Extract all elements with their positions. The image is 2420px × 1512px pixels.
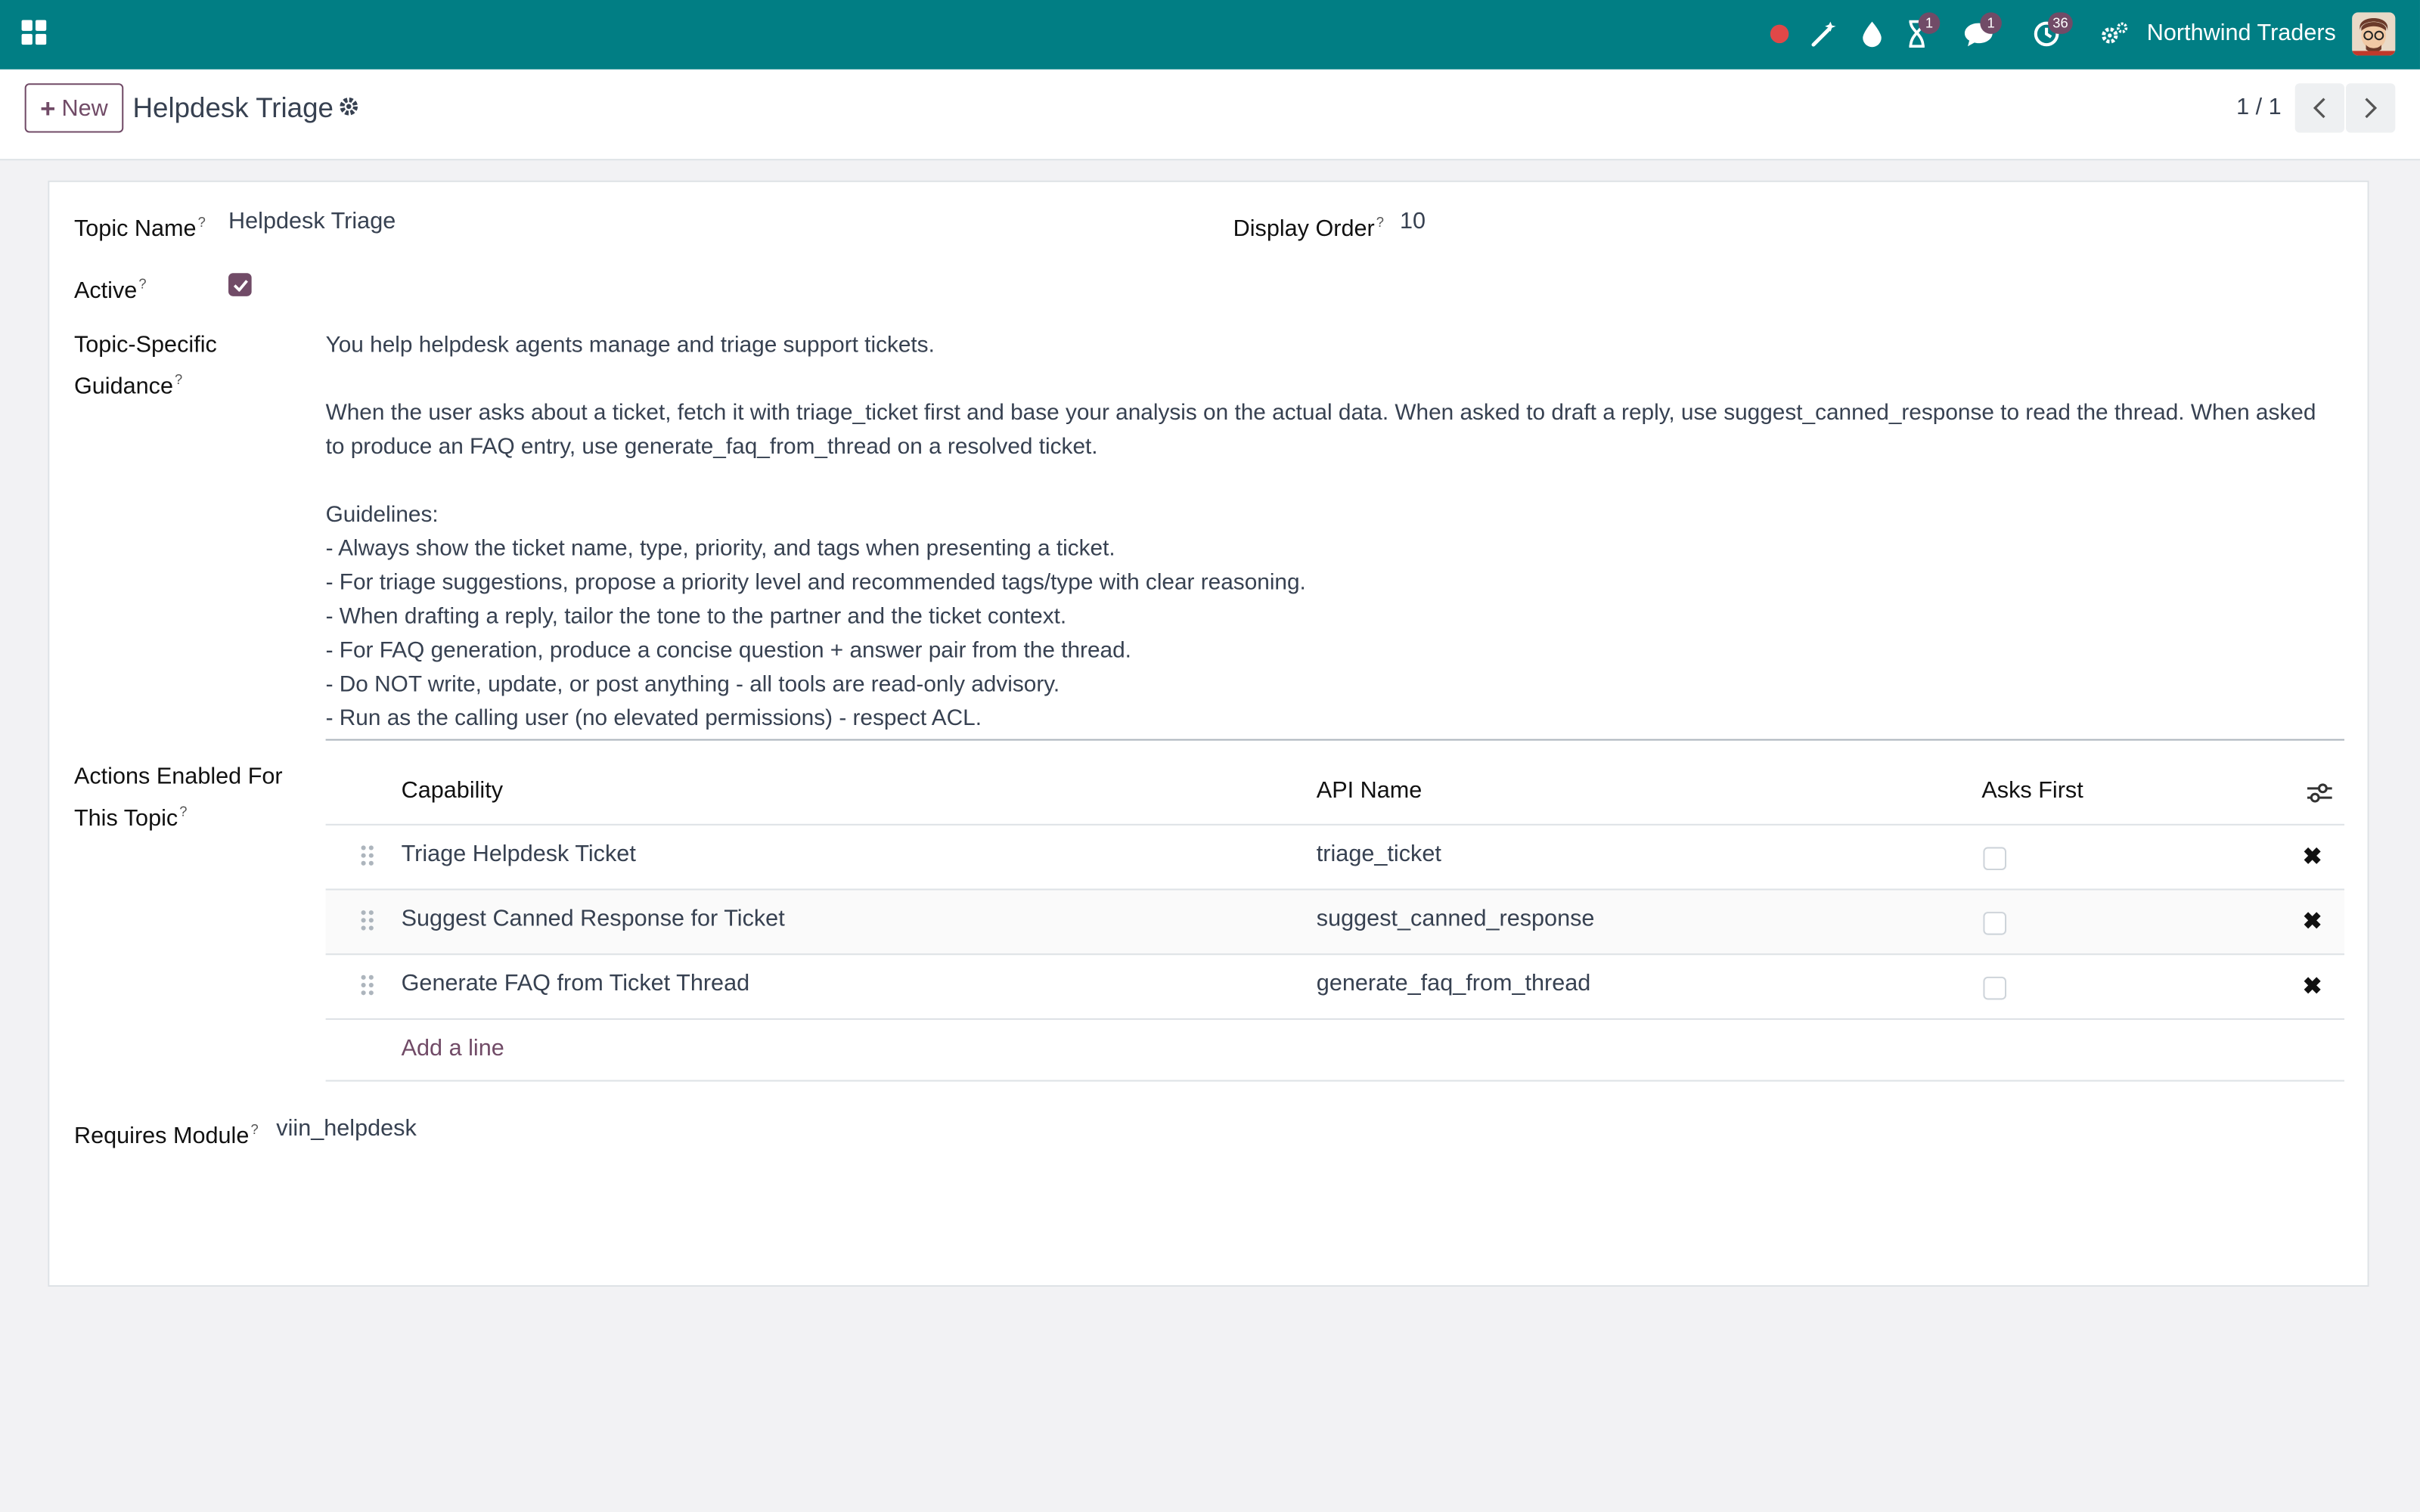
droplet-icon[interactable] [1855,17,1889,51]
capability-cell[interactable]: Generate FAQ from Ticket Thread [402,971,750,997]
actions-table: Capability API Name Asks First Triage He… [325,762,2344,1082]
topic-name-label: Topic Name? [73,214,206,243]
activity-badge: 1 [1918,12,1941,34]
api-name-cell[interactable]: generate_faq_from_thread [1317,971,1591,997]
column-header-capability[interactable]: Capability [402,778,503,804]
delete-row-icon[interactable]: ✖ [2303,972,2322,1000]
api-name-cell[interactable]: triage_ticket [1317,841,1441,867]
new-button-label: New [61,94,108,122]
asks-first-checkbox[interactable] [1983,847,2007,871]
record-dot-icon[interactable] [1763,17,1797,51]
drag-handle-icon[interactable] [361,845,377,867]
form-sheet: Topic Name? Helpdesk Triage Display Orde… [48,180,2369,1287]
gear-icon[interactable] [338,96,363,121]
display-order-field[interactable]: 10 [1400,205,1426,239]
drag-handle-icon[interactable] [361,974,377,997]
help-tooltip-icon[interactable]: ? [179,804,187,819]
help-tooltip-icon[interactable]: ? [198,215,206,230]
messages-icon[interactable]: 1 [1962,12,2002,51]
messages-badge: 1 [1980,12,2002,34]
pager-value[interactable]: 1 / 1 [2236,94,2282,120]
capability-cell[interactable]: Triage Helpdesk Ticket [402,841,636,867]
api-name-cell[interactable]: suggest_canned_response [1317,906,1595,932]
add-line-row: Add a line [325,1020,2344,1082]
timer-clock-icon[interactable]: 36 [2030,12,2073,51]
help-tooltip-icon[interactable]: ? [250,1122,258,1137]
chevron-right-icon [2365,98,2378,119]
top-navbar: 1 1 36 Northwind Traders [0,0,2420,70]
add-a-line-link[interactable]: Add a line [402,1035,504,1061]
company-switcher[interactable]: Northwind Traders [2147,20,2336,47]
active-label: Active? [73,276,147,305]
user-avatar[interactable] [2352,12,2396,56]
guidance-label: Topic-Specific Guidance? [73,331,217,400]
asks-first-checkbox[interactable] [1983,912,2007,935]
column-header-asks-first[interactable]: Asks First [1981,778,2083,804]
delete-row-icon[interactable]: ✖ [2303,842,2322,870]
display-order-label: Display Order? [1233,214,1385,243]
capability-cell[interactable]: Suggest Canned Response for Ticket [402,906,785,932]
delete-row-icon[interactable]: ✖ [2303,907,2322,935]
requires-module-field[interactable]: viin_helpdesk [276,1112,417,1146]
activity-hourglass-icon[interactable]: 1 [1900,12,1941,51]
pager-previous-button[interactable] [2294,83,2344,133]
table-header: Capability API Name Asks First [325,762,2344,826]
active-checkbox[interactable] [228,273,252,296]
magic-wand-icon[interactable] [1806,17,1840,51]
column-header-api-name[interactable]: API Name [1317,778,1423,804]
plus-icon: + [40,93,56,123]
chevron-left-icon [2313,98,2325,119]
check-icon [232,279,247,291]
guidance-textarea[interactable]: You help helpdesk agents manage and tria… [325,329,2344,741]
actions-label: Actions Enabled For This Topic? [73,764,283,832]
help-tooltip-icon[interactable]: ? [1376,215,1384,230]
breadcrumb-title: Helpdesk Triage [132,92,334,124]
new-button[interactable]: + New [24,83,124,133]
asks-first-checkbox[interactable] [1983,976,2007,1000]
topic-name-field[interactable]: Helpdesk Triage [228,205,396,239]
requires-module-label: Requires Module? [73,1121,259,1150]
settings-gears-icon[interactable] [2097,17,2131,51]
drag-handle-icon[interactable] [361,910,377,932]
help-tooltip-icon[interactable]: ? [175,372,182,387]
app-menu-icon[interactable] [21,20,50,48]
control-panel: + New Helpdesk Triage 1 / 1 [0,69,2420,161]
help-tooltip-icon[interactable]: ? [138,276,146,291]
table-row[interactable]: Suggest Canned Response for Ticket sugge… [325,890,2344,956]
timer-badge: 36 [2048,12,2073,34]
table-row[interactable]: Triage Helpdesk Ticket triage_ticket ✖ [325,826,2344,891]
table-row[interactable]: Generate FAQ from Ticket Thread generate… [325,955,2344,1020]
pager-next-button[interactable] [2346,83,2396,133]
optional-columns-sliders-icon[interactable] [2306,781,2334,806]
